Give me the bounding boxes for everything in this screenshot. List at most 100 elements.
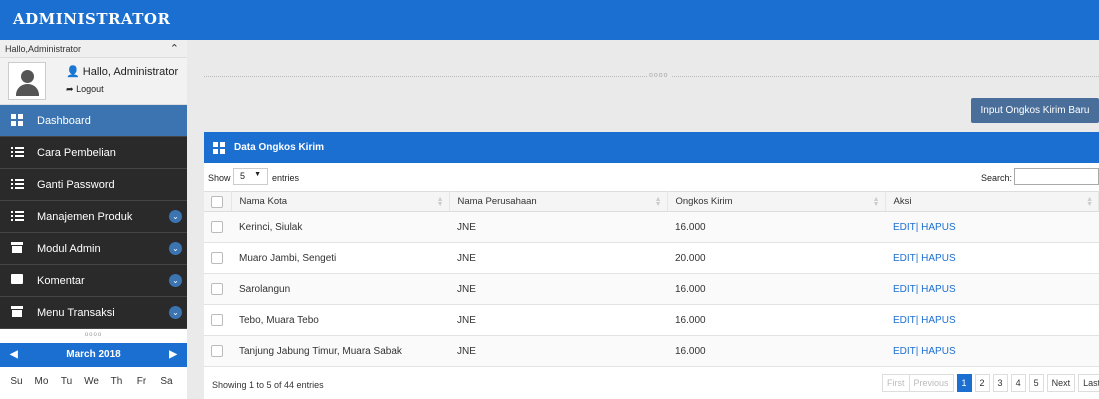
cell-nama-perusahaan: JNE <box>449 273 667 305</box>
select-all-checkbox[interactable] <box>211 195 223 208</box>
edit-hapus-links[interactable]: EDIT| HAPUS <box>893 315 956 326</box>
weekday-label: Fr <box>136 376 147 387</box>
cell-nama-kota: Muaro Jambi, Sengeti <box>231 242 449 274</box>
column-header-aksi[interactable]: Aksi ▲ ▼ <box>885 191 1099 212</box>
user-panel-header[interactable]: Hallo,Administrator ⌃ <box>0 40 187 58</box>
pager-page-button[interactable]: 3 <box>992 374 1008 392</box>
pager-next-button[interactable]: Next <box>1046 374 1076 392</box>
panel-header: Data Ongkos Kirim <box>204 132 1099 163</box>
new-shipping-cost-button[interactable]: Input Ongkos Kirim Baru <box>971 98 1099 123</box>
chevron-down-icon[interactable]: ⌄ <box>169 274 182 287</box>
sidebar-item-label: Cara Pembelian <box>37 147 116 159</box>
edit-hapus-links[interactable]: EDIT| HAPUS <box>893 284 956 295</box>
cell-nama-kota: Kerinci, Siulak <box>231 211 449 243</box>
sidebar-item-cara-pembelian[interactable]: Cara Pembelian <box>0 137 187 169</box>
pager-page-button[interactable]: 1 <box>956 374 972 392</box>
grid-icon <box>213 142 225 157</box>
row-select-cell <box>204 273 231 305</box>
panel-title: Data Ongkos Kirim <box>234 142 325 153</box>
sidebar-item-komentar[interactable]: Komentar ⌄ <box>0 265 187 297</box>
pager-first-button[interactable]: First <box>882 374 910 392</box>
row-checkbox[interactable] <box>211 252 223 264</box>
sidebar-item-label: Menu Transaksi <box>37 307 115 319</box>
sidebar-item-dashboard[interactable]: Dashboard <box>0 105 187 137</box>
list-icon <box>11 210 24 223</box>
search-label: Search: <box>981 173 1013 183</box>
row-checkbox[interactable] <box>211 345 223 357</box>
sidebar-item-label: Ganti Password <box>37 179 115 191</box>
table-info: Showing 1 to 5 of 44 entries <box>212 380 324 390</box>
pager-page-button[interactable]: 5 <box>1028 374 1044 392</box>
sidebar-item-modul-admin[interactable]: Modul Admin ⌄ <box>0 233 187 265</box>
chevron-down-icon[interactable]: ⌄ <box>169 242 182 255</box>
table-row: Tebo, Muara Tebo JNE 16.000 EDIT| HAPUS <box>204 304 1099 336</box>
table-header-row: Nama Kota ▲ ▼ Nama Perusahaan ▲ ▼ Ongkos Kir… <box>204 191 1099 212</box>
sidebar-menu: Dashboard Cara Pembelian Ganti Password Man… <box>0 105 187 329</box>
data-table: Nama Kota ▲ ▼ Nama Perusahaan ▲ ▼ Ongkos Kir… <box>204 191 1099 367</box>
column-header-ongkos-kirim[interactable]: Ongkos Kirim ▲ ▼ <box>667 191 886 212</box>
chevron-down-icon[interactable]: ⌄ <box>169 210 182 223</box>
sidebar-item-label: Komentar <box>37 275 85 287</box>
cell-nama-perusahaan: JNE <box>449 211 667 243</box>
pager-previous-button[interactable]: Previous <box>908 374 954 392</box>
user-panel-title: Hallo,Administrator <box>5 44 82 54</box>
row-checkbox[interactable] <box>211 283 223 295</box>
weekday-label: Su <box>10 376 23 387</box>
logout-link[interactable]: ➦ Logout <box>66 84 104 95</box>
weekday-label: We <box>84 376 99 387</box>
row-checkbox[interactable] <box>211 221 223 233</box>
row-select-cell <box>204 335 231 367</box>
pager-page-button[interactable]: 2 <box>974 374 990 392</box>
table-row: Kerinci, Siulak JNE 16.000 EDIT| HAPUS <box>204 211 1099 243</box>
row-checkbox[interactable] <box>211 314 223 326</box>
chevron-down-icon[interactable]: ⌄ <box>169 306 182 319</box>
cell-nama-kota: Tanjung Jabung Timur, Muara Sabak <box>231 335 449 367</box>
cell-ongkos-kirim: 16.000 <box>667 273 885 305</box>
edit-hapus-links[interactable]: EDIT| HAPUS <box>893 253 956 264</box>
sidebar-item-ganti-password[interactable]: Ganti Password <box>0 169 187 201</box>
grid-icon <box>11 114 24 127</box>
column-header-nama-kota[interactable]: Nama Kota ▲ ▼ <box>231 191 450 212</box>
sidebar-divider: oooo <box>0 329 187 343</box>
cell-nama-perusahaan: JNE <box>449 335 667 367</box>
entries-length-select[interactable]: 5 ▼ <box>233 168 268 185</box>
cell-ongkos-kirim: 16.000 <box>667 211 885 243</box>
cell-aksi: EDIT| HAPUS <box>885 273 1099 305</box>
archive-icon <box>11 242 24 255</box>
edit-hapus-links[interactable]: EDIT| HAPUS <box>893 222 956 233</box>
table-toolbar: Show 5 ▼ entries Search: <box>204 163 1099 191</box>
show-label: Show <box>208 173 231 183</box>
user-name-label: Hallo, Administrator <box>82 66 179 78</box>
calendar-month: March 2018 <box>66 349 121 360</box>
pager-page-button[interactable]: 4 <box>1010 374 1026 392</box>
entries-label: entries <box>272 173 300 183</box>
cell-ongkos-kirim: 16.000 <box>667 304 885 336</box>
cell-nama-kota: Sarolangun <box>231 273 449 305</box>
cell-aksi: EDIT| HAPUS <box>885 211 1099 243</box>
cell-nama-perusahaan: JNE <box>449 304 667 336</box>
pager-last-button[interactable]: Last <box>1078 374 1099 392</box>
search-input[interactable] <box>1014 168 1099 185</box>
chevron-up-icon[interactable]: ⌃ <box>170 42 179 55</box>
row-select-cell <box>204 304 231 336</box>
cell-ongkos-kirim: 16.000 <box>667 335 885 367</box>
row-select-cell <box>204 211 231 243</box>
brand-title: ADMINISTRATOR <box>13 10 171 28</box>
edit-hapus-links[interactable]: EDIT| HAPUS <box>893 346 956 357</box>
table-row: Muaro Jambi, Sengeti JNE 20.000 EDIT| HAPUS <box>204 242 1099 274</box>
list-icon <box>11 178 24 191</box>
content-divider: oooo <box>204 72 1099 79</box>
caret-down-icon: ▼ <box>254 171 261 178</box>
avatar <box>8 62 46 100</box>
calendar-next-icon[interactable]: ▶ <box>169 349 177 360</box>
weekday-label: Mo <box>34 376 49 387</box>
select-all-cell[interactable] <box>204 191 232 212</box>
weekday-label: Th <box>110 376 123 387</box>
sidebar-item-manajemen-produk[interactable]: Manajemen Produk ⌄ <box>0 201 187 233</box>
cell-aksi: EDIT| HAPUS <box>885 304 1099 336</box>
sidebar-item-menu-transaksi[interactable]: Menu Transaksi ⌄ <box>0 297 187 329</box>
arrow-right-icon: ➦ <box>66 84 74 94</box>
column-header-nama-perusahaan[interactable]: Nama Perusahaan ▲ ▼ <box>449 191 668 212</box>
list-icon <box>11 146 24 159</box>
sidebar-item-label: Modul Admin <box>37 243 101 255</box>
